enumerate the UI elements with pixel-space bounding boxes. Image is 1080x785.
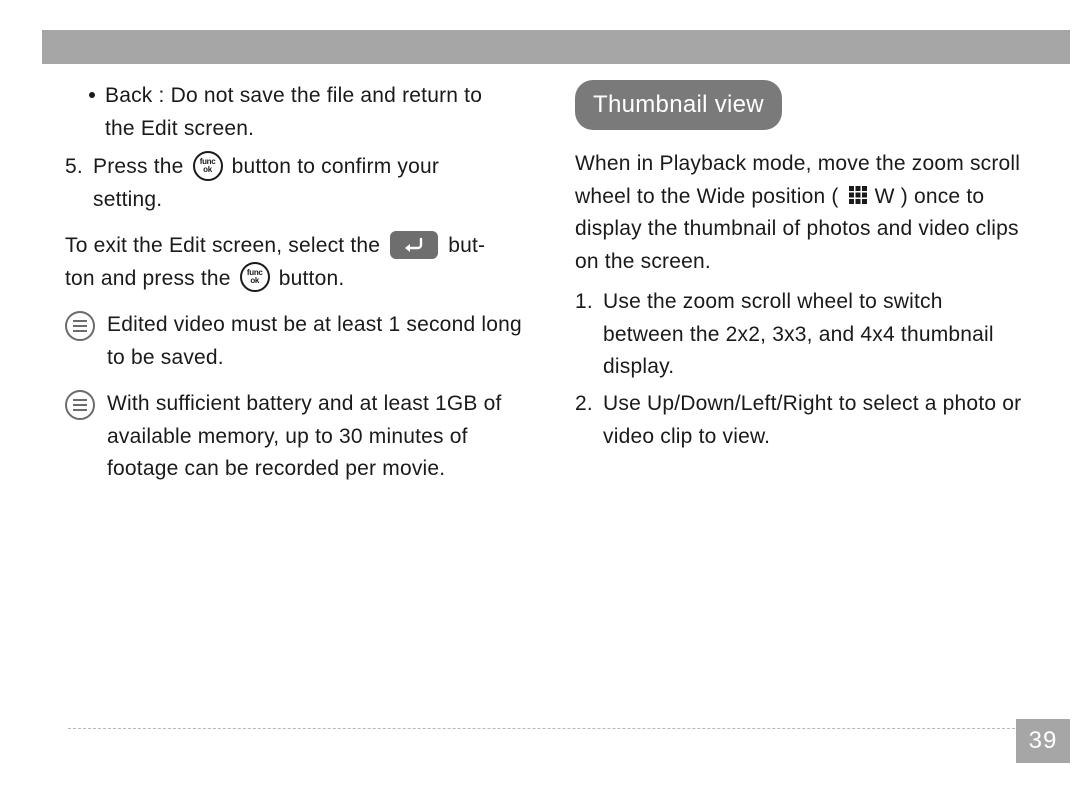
s1and: , and bbox=[807, 323, 861, 346]
thumb-step-1-num: 1. bbox=[575, 286, 603, 319]
note-2-text: With sufficient battery and at least 1GB… bbox=[107, 388, 535, 486]
step5-b: button to confirm your bbox=[226, 155, 440, 178]
s1b: between the bbox=[603, 323, 726, 346]
exit-b: but- bbox=[442, 234, 485, 257]
intro-mode: Playback mode, move the zoom bbox=[659, 152, 963, 175]
back-rest-2: the Edit screen. bbox=[105, 113, 482, 146]
thumbnail-intro: When in Playback mode, move the zoom scr… bbox=[575, 148, 1045, 278]
func-ok-icon: funcok bbox=[193, 151, 223, 181]
back-rest-1: Do not save the file and return to bbox=[171, 84, 483, 107]
page-number: 39 bbox=[1016, 719, 1070, 763]
step-5-text: Press the funcok button to confirm your … bbox=[93, 151, 439, 216]
s2a: Use bbox=[603, 392, 647, 415]
thumbnail-grid-icon bbox=[849, 186, 867, 204]
footer-divider bbox=[68, 728, 1045, 729]
content-columns: Back : Do not save the file and return t… bbox=[65, 80, 1045, 715]
note-1-text: Edited video must be at least 1 second l… bbox=[107, 309, 535, 374]
exit-c: ton and press the bbox=[65, 267, 237, 290]
thumb-step-2: 2. Use Up/Down/Left/Right to select a ph… bbox=[575, 388, 1045, 453]
step-5: 5. Press the funcok button to confirm yo… bbox=[65, 151, 535, 216]
bullet-icon bbox=[89, 92, 95, 98]
bullet-back: Back : Do not save the file and return t… bbox=[65, 80, 535, 145]
right-column: Thumbnail view When in Playback mode, mo… bbox=[575, 80, 1045, 715]
step5-a: Press the bbox=[93, 155, 190, 178]
thumb-step-2-text: Use Up/Down/Left/Right to select a photo… bbox=[603, 388, 1045, 453]
intro-a: When in bbox=[575, 152, 659, 175]
back-label: Back bbox=[105, 84, 153, 107]
note-1: Edited video must be at least 1 second l… bbox=[65, 309, 535, 374]
s1last: 4x4 bbox=[860, 323, 894, 346]
thumb-step-1-text: Use the zoom scroll wheel to switch betw… bbox=[603, 286, 1045, 384]
note-icon bbox=[65, 311, 95, 341]
step-5-number: 5. bbox=[65, 151, 93, 184]
s2dirs: Up/Down/Left/Right bbox=[647, 392, 833, 415]
header-bar bbox=[42, 30, 1070, 64]
section-title: Thumbnail view bbox=[575, 80, 782, 130]
manual-page: Back : Do not save the file and return t… bbox=[0, 0, 1080, 785]
section-heading-row: Thumbnail view bbox=[575, 80, 1045, 148]
s1sizes: 2x2, 3x3 bbox=[726, 323, 807, 346]
back-sep: : bbox=[153, 84, 171, 107]
exit-a: To exit the Edit screen, select the bbox=[65, 234, 386, 257]
exit-d: button. bbox=[273, 267, 345, 290]
left-column: Back : Do not save the file and return t… bbox=[65, 80, 535, 715]
thumb-step-1: 1. Use the zoom scroll wheel to switch b… bbox=[575, 286, 1045, 384]
return-icon bbox=[390, 231, 438, 259]
intro-w: W bbox=[875, 185, 895, 208]
s1a: Use the zoom scroll wheel to switch bbox=[603, 290, 943, 313]
func-ok-icon: funcok bbox=[240, 262, 270, 292]
step5-c: setting. bbox=[93, 184, 439, 217]
note-icon bbox=[65, 390, 95, 420]
exit-instruction: To exit the Edit screen, select the but-… bbox=[65, 230, 535, 295]
bullet-back-text: Back : Do not save the file and return t… bbox=[105, 80, 482, 145]
thumb-step-2-num: 2. bbox=[575, 388, 603, 421]
note-2: With sufficient battery and at least 1GB… bbox=[65, 388, 535, 486]
